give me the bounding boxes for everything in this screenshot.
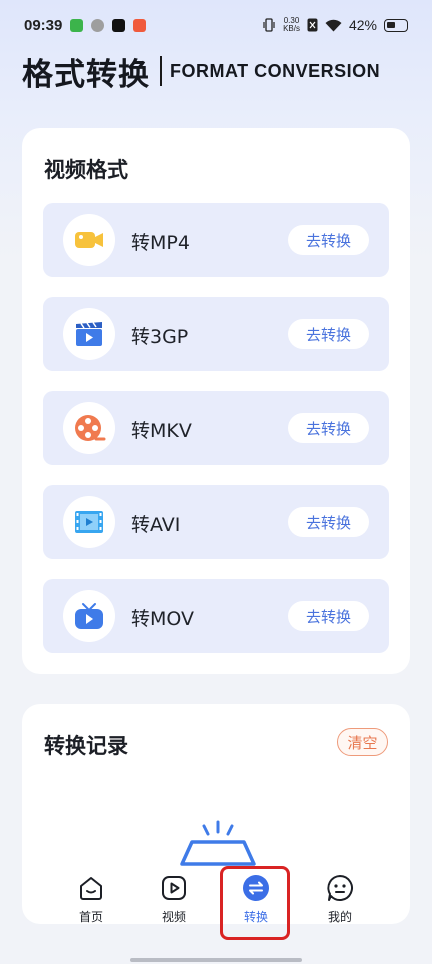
video-camera-icon — [75, 232, 103, 248]
nav-profile[interactable]: 我的 — [310, 874, 370, 925]
wifi-icon — [325, 19, 342, 31]
video-formats-card: 视频格式 转MP4 去转换 转3GP 去转换 转MKV 去转换 转AVI 去转换… — [22, 128, 410, 674]
format-item-3gp[interactable]: 转3GP 去转换 — [43, 297, 389, 371]
convert-button-avi[interactable]: 去转换 — [288, 507, 369, 537]
battery-percent: 42% — [348, 17, 377, 33]
format-icon-container — [63, 496, 115, 548]
format-label: 转3GP — [131, 326, 189, 348]
format-item-mkv[interactable]: 转MKV 去转换 — [43, 391, 389, 465]
nav-label: 视频 — [161, 910, 186, 924]
format-label: 转MP4 — [131, 232, 190, 254]
film-reel-icon — [75, 415, 106, 441]
net-speed-unit: KB/s — [283, 24, 300, 33]
app-notification-icon — [70, 18, 84, 32]
highlight-annotation — [220, 866, 290, 940]
page-subtitle: FORMAT CONVERSION — [170, 60, 381, 81]
status-time: 09:39 — [24, 16, 63, 34]
nav-video[interactable]: 视频 — [144, 874, 204, 925]
section-title: 视频格式 — [44, 158, 128, 182]
bottom-nav: 首页 视频 转换 我的 — [0, 862, 432, 964]
tv-play-icon — [75, 603, 103, 629]
vibrate-icon — [263, 18, 275, 32]
tiktok-notification-icon — [112, 18, 126, 32]
format-icon-container — [63, 308, 115, 360]
nav-label: 首页 — [78, 910, 103, 924]
status-left: 09:39 — [24, 16, 147, 34]
battery-icon — [384, 18, 408, 32]
play-icon — [160, 874, 188, 902]
format-icon-container — [63, 590, 115, 642]
profile-icon — [326, 874, 354, 902]
format-item-mp4[interactable]: 转MP4 去转换 — [43, 203, 389, 277]
format-item-mov[interactable]: 转MOV 去转换 — [43, 579, 389, 653]
convert-button-mp4[interactable]: 去转换 — [288, 225, 369, 255]
format-label: 转AVI — [131, 514, 181, 536]
title-divider — [160, 56, 162, 86]
page-header: 格式转换 FORMAT CONVERSION — [22, 50, 381, 93]
section-title: 转换记录 — [44, 734, 128, 758]
nav-label: 我的 — [327, 910, 352, 924]
wechat-notification-icon — [91, 18, 105, 32]
nav-home[interactable]: 首页 — [61, 874, 121, 925]
format-icon-container — [63, 214, 115, 266]
format-icon-container — [63, 402, 115, 454]
convert-button-mkv[interactable]: 去转换 — [288, 413, 369, 443]
format-label: 转MOV — [131, 608, 195, 630]
page-title: 格式转换 — [22, 56, 150, 93]
net-speed: 0.30 KB/s — [283, 17, 300, 33]
film-strip-icon — [75, 511, 103, 533]
convert-button-3gp[interactable]: 去转换 — [288, 319, 369, 349]
clear-button[interactable]: 清空 — [337, 728, 388, 756]
status-bar: 09:39 0.30 KB/s 42% — [0, 0, 432, 50]
status-right: 0.30 KB/s 42% — [262, 17, 408, 33]
app-notification-icon-2 — [133, 18, 147, 32]
sim-icon — [307, 18, 318, 32]
home-indicator[interactable] — [130, 958, 302, 962]
format-label: 转MKV — [131, 420, 192, 442]
format-item-avi[interactable]: 转AVI 去转换 — [43, 485, 389, 559]
home-icon — [77, 874, 105, 902]
convert-button-mov[interactable]: 去转换 — [288, 601, 369, 631]
clapperboard-icon — [76, 322, 102, 346]
